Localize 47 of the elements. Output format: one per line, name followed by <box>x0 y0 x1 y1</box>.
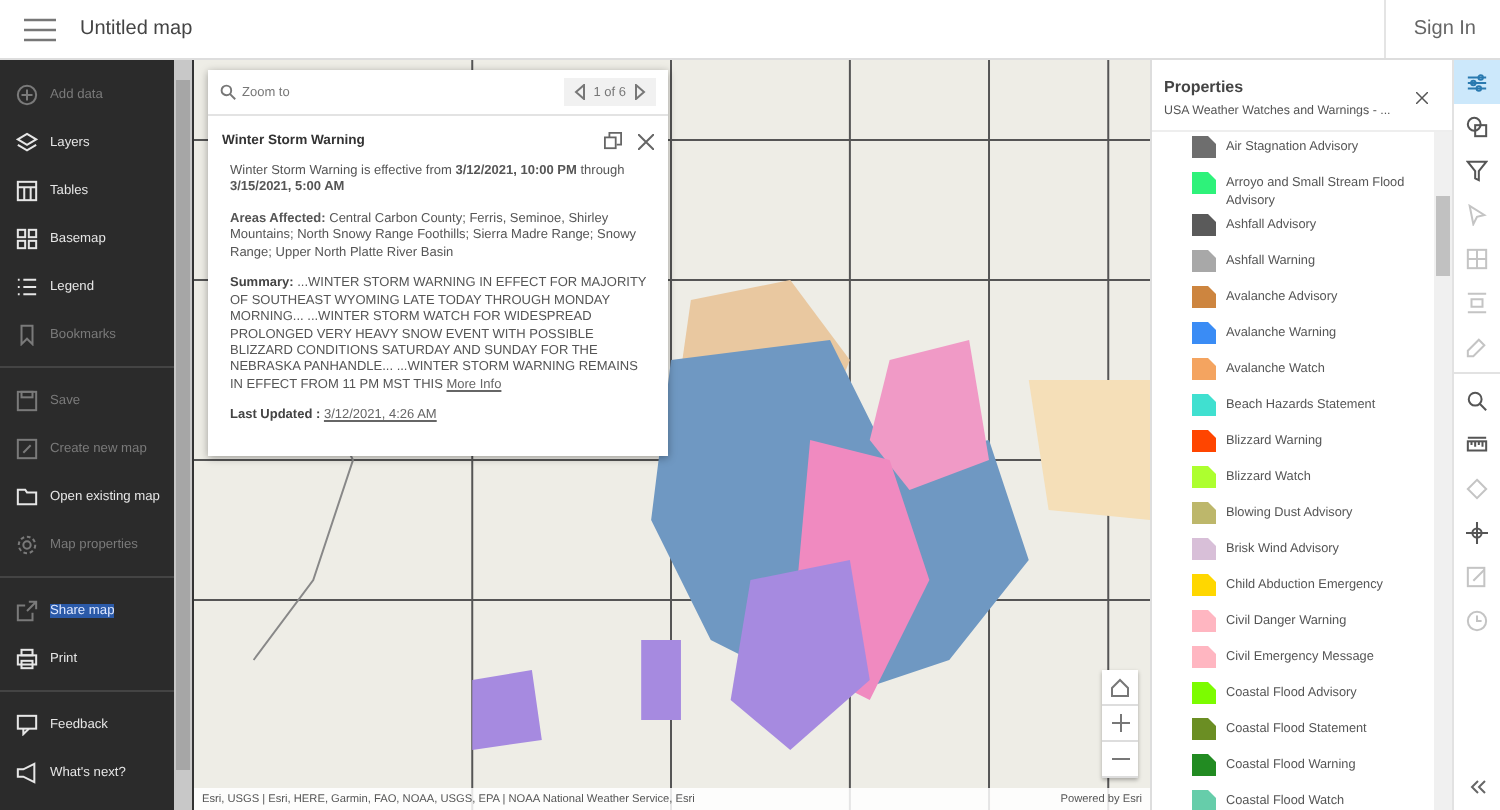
feedback-icon <box>16 713 38 735</box>
panel-title: Properties <box>1164 78 1246 96</box>
dock-icon[interactable] <box>604 132 622 150</box>
shapes-icon <box>1466 115 1488 137</box>
previous-icon[interactable] <box>573 84 586 100</box>
zoom-out-button[interactable] <box>1102 742 1138 778</box>
scrollbar[interactable] <box>174 60 192 810</box>
next-icon[interactable] <box>634 84 646 100</box>
print-icon <box>16 647 38 669</box>
home-icon <box>1110 677 1130 697</box>
list-icon <box>16 275 38 297</box>
eraser-icon <box>1466 335 1488 357</box>
clock-icon <box>1466 609 1488 631</box>
plus-icon <box>1111 714 1129 732</box>
search-icon <box>220 84 236 100</box>
scrollbar-thumb[interactable] <box>1436 196 1450 276</box>
menu-icon[interactable] <box>24 17 56 41</box>
align-icon <box>1466 291 1488 313</box>
close-icon[interactable] <box>638 133 654 149</box>
new-icon <box>16 437 38 459</box>
crosshair-icon <box>1466 521 1488 543</box>
note-icon <box>1466 565 1488 587</box>
zoom-in-button[interactable] <box>1102 706 1138 742</box>
layers-icon <box>16 131 38 153</box>
close-icon[interactable] <box>1416 92 1428 104</box>
scrollbar[interactable] <box>1434 132 1452 810</box>
map-title: Untitled map <box>80 18 193 40</box>
collapse-icon[interactable] <box>1469 780 1485 794</box>
home-button[interactable] <box>1102 670 1138 706</box>
folder-icon <box>16 485 38 507</box>
diamond-icon <box>1466 477 1488 499</box>
scrollbar-thumb[interactable] <box>176 80 190 770</box>
search-icon <box>1466 389 1488 411</box>
cursor-icon <box>1466 203 1488 225</box>
plus-circle-icon <box>16 83 38 105</box>
share-icon <box>16 599 38 621</box>
box-icon <box>1466 247 1488 269</box>
sliders-tool-button[interactable] <box>1454 60 1500 104</box>
megaphone-icon <box>16 761 38 783</box>
ruler-icon <box>1466 433 1488 455</box>
save-icon <box>16 389 38 411</box>
grid-icon <box>16 227 38 249</box>
sliders-icon <box>1466 71 1488 93</box>
filter-icon <box>1466 159 1488 181</box>
table-icon <box>16 179 38 201</box>
gear-icon <box>16 533 38 555</box>
bookmark-icon <box>16 323 38 345</box>
